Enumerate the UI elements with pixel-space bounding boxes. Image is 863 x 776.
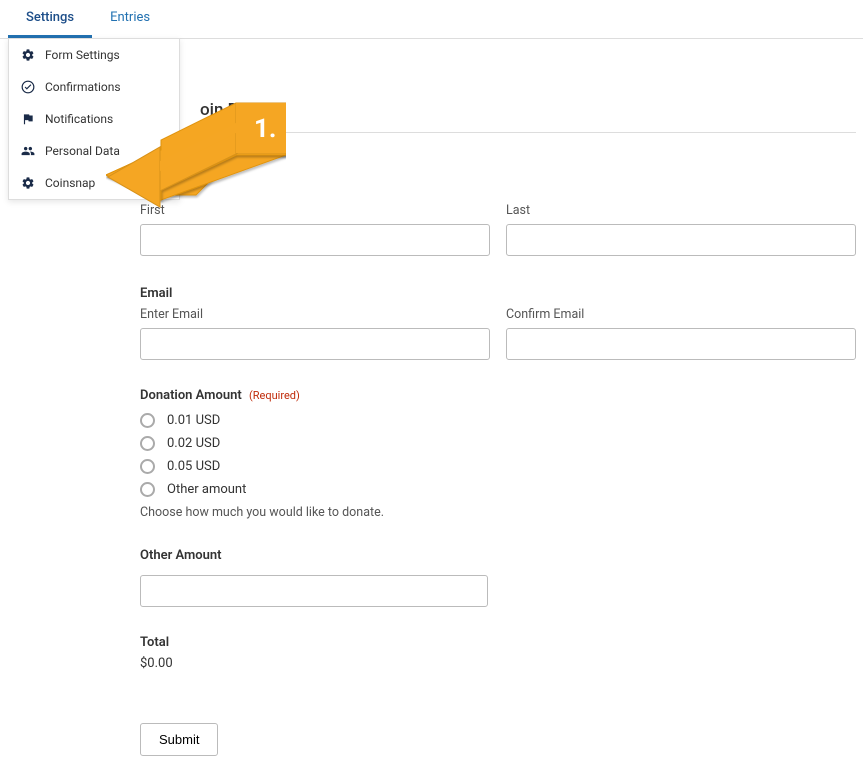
people-icon [21, 144, 35, 158]
first-name-input[interactable] [140, 224, 490, 256]
donation-heading: Donation Amount (Required) [140, 388, 856, 403]
radio-label: 0.02 USD [167, 436, 220, 451]
other-amount-input[interactable] [140, 575, 488, 607]
donation-option-4[interactable]: Other amount [140, 482, 856, 497]
dropdown-item-personal-data[interactable]: Personal Data [9, 135, 179, 167]
confirm-email-label: Confirm Email [506, 307, 856, 322]
dropdown-item-notifications[interactable]: Notifications [9, 103, 179, 135]
donation-option-1[interactable]: 0.01 USD [140, 413, 856, 428]
dropdown-item-label: Coinsnap [45, 176, 95, 190]
radio-label: 0.01 USD [167, 413, 220, 428]
required-label: (Required) [249, 389, 300, 402]
total-value: $0.00 [140, 656, 856, 671]
submit-button[interactable]: Submit [140, 723, 218, 756]
dropdown-item-form-settings[interactable]: Form Settings [9, 39, 179, 71]
checkmark-circle-icon [21, 80, 35, 94]
total-heading: Total [140, 635, 856, 650]
flag-icon [21, 112, 35, 126]
last-name-label: Last [506, 203, 856, 218]
radio-icon [140, 436, 155, 451]
gear-icon [21, 48, 35, 62]
dropdown-item-label: Personal Data [45, 144, 120, 158]
form-container: oin Donat First Last Email Enter Email C… [140, 100, 856, 776]
radio-icon [140, 413, 155, 428]
dropdown-item-label: Confirmations [45, 80, 121, 94]
tabs: Settings Entries [0, 0, 863, 39]
divider [140, 132, 856, 133]
tab-settings[interactable]: Settings [8, 0, 92, 38]
radio-label: Other amount [167, 482, 246, 497]
radio-label: 0.05 USD [167, 459, 220, 474]
donation-option-3[interactable]: 0.05 USD [140, 459, 856, 474]
tab-entries[interactable]: Entries [92, 0, 168, 38]
enter-email-label: Enter Email [140, 307, 490, 322]
settings-dropdown: Form Settings Confirmations Notification… [8, 38, 180, 200]
email-heading: Email [140, 286, 856, 301]
last-name-input[interactable] [506, 224, 856, 256]
confirm-email-input[interactable] [506, 328, 856, 360]
enter-email-input[interactable] [140, 328, 490, 360]
dropdown-item-label: Notifications [45, 112, 113, 126]
gear-icon [21, 176, 35, 190]
radio-icon [140, 482, 155, 497]
first-name-label: First [140, 203, 490, 218]
donation-help-text: Choose how much you would like to donate… [140, 505, 856, 520]
dropdown-item-coinsnap[interactable]: Coinsnap [9, 167, 179, 199]
dropdown-item-confirmations[interactable]: Confirmations [9, 71, 179, 103]
donation-option-2[interactable]: 0.02 USD [140, 436, 856, 451]
dropdown-item-label: Form Settings [45, 48, 120, 62]
radio-icon [140, 459, 155, 474]
name-row: First Last [140, 203, 856, 256]
other-amount-heading: Other Amount [140, 548, 856, 563]
form-title: oin Donat [140, 100, 856, 132]
